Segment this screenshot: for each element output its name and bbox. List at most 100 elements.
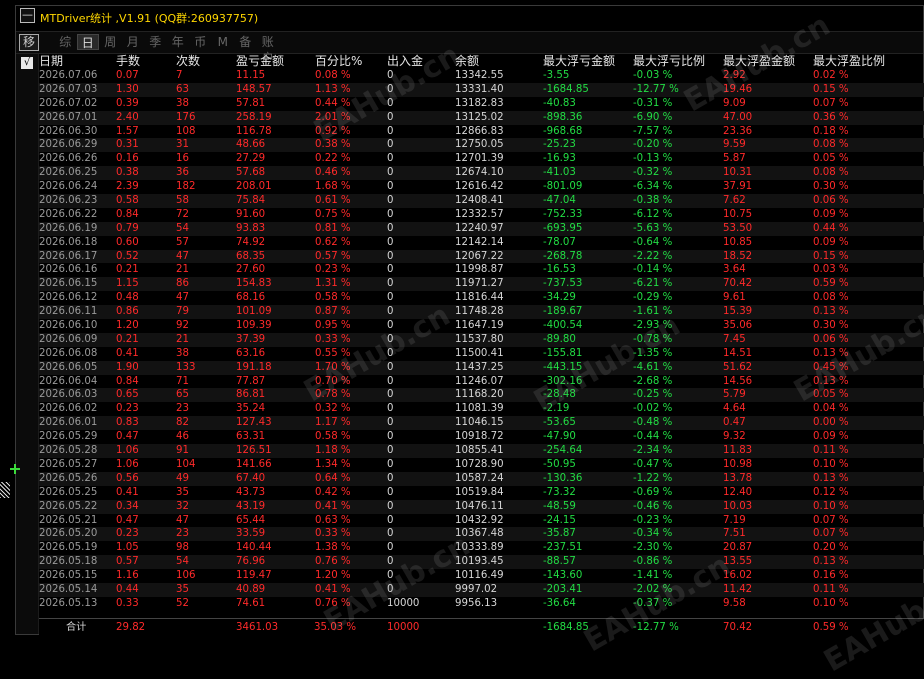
table-cell: 0: [387, 361, 394, 373]
table-row[interactable]: 2026.06.05 1.90 133 191.18 1.70 % 0 11437.25 -4…: [39, 360, 924, 375]
table-cell: 191.18: [236, 361, 272, 373]
table-cell: 0: [387, 97, 394, 109]
table-row[interactable]: 2026.06.24 2.39 182 208.01 1.68 % 0 12616.42 -8…: [39, 180, 924, 194]
table-row[interactable]: 2026.05.20 0.23 23 33.59 0.33 % 0 10367.48 -35.…: [39, 527, 924, 542]
minus-icon[interactable]: —: [20, 8, 35, 23]
table-cell: 0.79: [116, 222, 139, 234]
tab-7[interactable]: M: [212, 34, 235, 50]
table-row[interactable]: 2026.06.12 0.48 47 68.16 0.58 % 0 11816.44 -34.…: [39, 291, 924, 305]
total-cell: -1684.85: [543, 622, 589, 633]
table-cell: 0.09 %: [813, 208, 849, 220]
table-cell: 104: [176, 458, 196, 470]
table-cell: 0.10 %: [813, 597, 849, 609]
table-cell: 0.57: [116, 556, 139, 568]
table-row[interactable]: 2026.05.28 1.06 91 126.51 1.18 % 0 10855.41 -25…: [39, 444, 924, 458]
table-row[interactable]: 2026.06.03 0.65 65 86.81 0.78 % 0 11168.20 -28.…: [39, 388, 924, 403]
table-cell: 0: [387, 583, 394, 595]
table-row[interactable]: 2026.05.29 0.47 46 63.31 0.58 % 0 10918.72 -47.…: [39, 430, 924, 444]
column-header[interactable]: 出入金: [387, 53, 423, 69]
table-row[interactable]: 2026.05.21 0.47 47 65.44 0.63 % 0 10432.92 -24.…: [39, 514, 924, 528]
table-row[interactable]: 2026.06.25 0.38 36 57.68 0.46 % 0 12674.10 -41.…: [39, 166, 924, 181]
table-row[interactable]: 2026.07.02 0.39 38 57.81 0.44 % 0 13182.83 -40.…: [39, 97, 924, 111]
column-header[interactable]: 最大浮盈比例: [813, 53, 885, 69]
table-row[interactable]: 2026.06.17 0.52 47 68.35 0.57 % 0 12067.22 -268…: [39, 249, 924, 264]
column-header[interactable]: 余额: [455, 53, 479, 69]
table-cell: 0: [387, 83, 394, 95]
tab-6[interactable]: 币: [189, 34, 212, 50]
table-cell: 7.45: [723, 333, 746, 345]
column-header[interactable]: 日期: [39, 53, 63, 69]
tab-4[interactable]: 季: [144, 34, 167, 50]
tab-9[interactable]: 账户: [257, 34, 280, 65]
table-row[interactable]: 2026.05.27 1.06 104 141.66 1.34 % 0 10728.90 -5…: [39, 458, 924, 472]
move-button[interactable]: 移: [19, 34, 39, 51]
column-header[interactable]: 最大浮亏比例: [633, 53, 705, 69]
table-row[interactable]: 2026.06.23 0.58 58 75.84 0.61 % 0 12408.41 -47.…: [39, 194, 924, 208]
table-row[interactable]: 2026.05.18 0.57 54 76.96 0.76 % 0 10193.45 -88.…: [39, 555, 924, 570]
table-row[interactable]: 2026.05.15 1.16 106 119.47 1.20 % 0 10116.49 -1…: [39, 569, 924, 583]
table-cell: 0.13 %: [813, 306, 849, 318]
column-header[interactable]: 最大浮盈金额: [723, 53, 795, 69]
table-cell: 0.70 %: [315, 375, 351, 387]
tab-2[interactable]: 周: [99, 34, 122, 50]
table-cell: 0.52: [116, 250, 139, 262]
table-row[interactable]: 2026.07.06 0.07 7 11.15 0.08 % 0 13342.55 -3.55…: [39, 69, 924, 83]
table-cell: 2026.05.21: [39, 514, 98, 526]
table-row[interactable]: 2026.05.13 0.33 52 74.61 0.76 % 10000 9956.13 -…: [39, 597, 924, 611]
tab-5[interactable]: 年: [167, 34, 190, 50]
table-cell: 11816.44: [455, 292, 504, 304]
table-row[interactable]: 2026.06.22 0.84 72 91.60 0.75 % 0 12332.57 -752…: [39, 208, 924, 222]
table-row[interactable]: 2026.07.01 2.40 176 258.19 2.01 % 0 13125.02 -8…: [39, 110, 924, 125]
table-cell: -0.25 %: [633, 389, 673, 401]
tab-1[interactable]: 日: [76, 34, 99, 50]
table-row[interactable]: 2026.06.08 0.41 38 63.16 0.55 % 0 11500.41 -155…: [39, 347, 924, 361]
table-row[interactable]: 2026.05.25 0.41 35 43.73 0.42 % 0 10519.84 -73.…: [39, 486, 924, 500]
table-row[interactable]: 2026.05.14 0.44 35 40.89 0.41 % 0 9997.02 -203.…: [39, 582, 924, 597]
table-cell: 0.57 %: [315, 250, 351, 262]
table-cell: 98: [176, 542, 189, 554]
table-cell: 0.92 %: [315, 125, 351, 137]
table-cell: 2026.06.09: [39, 333, 98, 345]
table-row[interactable]: 2026.06.15 1.15 86 154.83 1.31 % 0 11971.27 -73…: [39, 277, 924, 292]
check-icon[interactable]: √: [21, 57, 33, 69]
table-cell: -40.83: [543, 97, 576, 109]
column-header[interactable]: 手数: [116, 53, 140, 69]
table-cell: 10.75: [723, 208, 753, 220]
table-row[interactable]: 2026.06.26 0.16 16 27.29 0.22 % 0 12701.39 -16.…: [39, 152, 924, 166]
column-header[interactable]: 百分比%: [315, 53, 362, 69]
table-row[interactable]: 2026.06.11 0.86 79 101.09 0.87 % 0 11748.28 -18…: [39, 305, 924, 320]
tab-0[interactable]: 综: [54, 34, 77, 50]
table-row[interactable]: 2026.05.26 0.56 49 67.40 0.64 % 0 10587.24 -130…: [39, 471, 924, 486]
table-row[interactable]: 2026.06.30 1.57 108 116.78 0.92 % 0 12866.83 -9…: [39, 125, 924, 139]
tab-8[interactable]: 备: [234, 34, 257, 50]
table-row[interactable]: 2026.06.02 0.23 23 35.24 0.32 % 0 11081.39 -2.1…: [39, 402, 924, 416]
column-header[interactable]: 最大浮亏金额: [543, 53, 615, 69]
table-cell: 0: [387, 458, 394, 470]
table-row[interactable]: 2026.05.19 1.05 98 140.44 1.38 % 0 10333.89 -23…: [39, 541, 924, 555]
table-cell: -89.80: [543, 333, 576, 345]
tab-3[interactable]: 月: [122, 34, 145, 50]
table-cell: 0.13 %: [813, 375, 849, 387]
table-cell: 2026.06.30: [39, 125, 98, 137]
table-row[interactable]: 2026.06.01 0.83 82 127.43 1.17 % 0 11046.15 -53…: [39, 416, 924, 431]
table-cell: 1.06: [116, 458, 139, 470]
table-cell: 2026.06.11: [39, 306, 98, 318]
table-cell: 0.63 %: [315, 514, 351, 526]
column-header[interactable]: 次数: [176, 53, 200, 69]
table-row[interactable]: 2026.06.19 0.79 54 93.83 0.81 % 0 12240.97 -693…: [39, 221, 924, 236]
table-row[interactable]: 2026.06.18 0.60 57 74.92 0.62 % 0 12142.14 -78.…: [39, 236, 924, 250]
table-row[interactable]: 2026.05.22 0.34 32 43.19 0.41 % 0 10476.11 -48.…: [39, 499, 924, 514]
table-cell: 0: [387, 153, 394, 165]
table-row[interactable]: 2026.06.09 0.21 21 37.39 0.33 % 0 11537.80 -89.…: [39, 332, 924, 347]
table-cell: 2026.05.14: [39, 583, 98, 595]
table-row[interactable]: 2026.07.03 1.30 63 148.57 1.13 % 0 13331.40 -16…: [39, 82, 924, 97]
table-row[interactable]: 2026.06.10 1.20 92 109.39 0.95 % 0 11647.19 -40…: [39, 319, 924, 333]
table-row[interactable]: 2026.06.04 0.84 71 77.87 0.70 % 0 11246.07 -302…: [39, 375, 924, 389]
table-row[interactable]: 2026.06.29 0.31 31 48.66 0.38 % 0 12750.05 -25.…: [39, 138, 924, 153]
table-cell: -2.30 %: [633, 542, 673, 554]
table-cell: 10116.49: [455, 570, 504, 582]
table-cell: 0.22 %: [315, 153, 351, 165]
table-row[interactable]: 2026.06.16 0.21 21 27.60 0.23 % 0 11998.87 -16.…: [39, 263, 924, 277]
table-cell: 67.40: [236, 472, 266, 484]
column-header[interactable]: 盈亏金额: [236, 53, 284, 69]
